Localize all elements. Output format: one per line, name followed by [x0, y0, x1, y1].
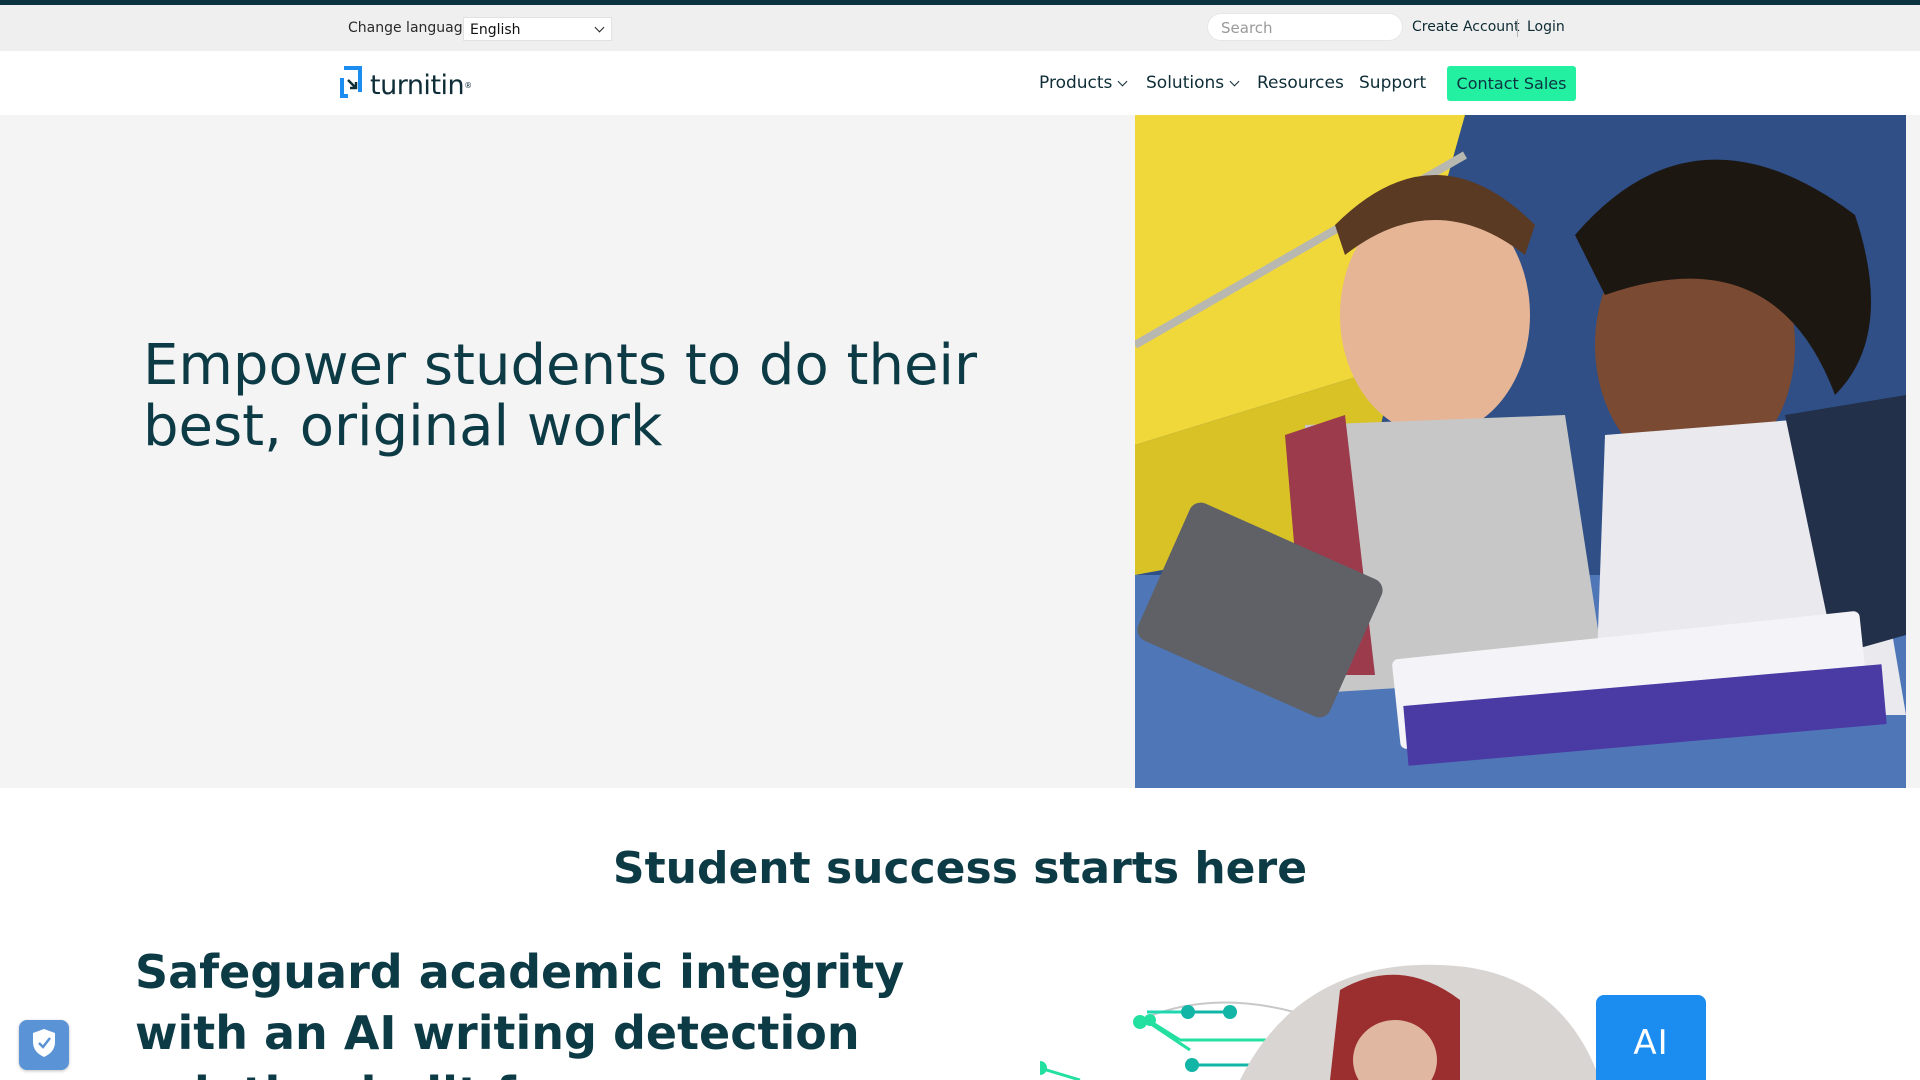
search-input[interactable]: Search — [1207, 13, 1403, 41]
turnitin-logo[interactable]: turnitin ® — [338, 65, 472, 105]
nav-support-label: Support — [1359, 73, 1427, 93]
section-title: Student success starts here — [612, 843, 1308, 894]
nav-products-label: Products — [1039, 73, 1113, 93]
main-nav: turnitin ® Products Solutions Resources … — [0, 51, 1920, 115]
nav-products[interactable]: Products — [1039, 73, 1128, 93]
create-account-link[interactable]: Create Account — [1412, 19, 1520, 35]
ai-badge: AI — [1596, 995, 1706, 1080]
nav-solutions[interactable]: Solutions — [1146, 73, 1240, 93]
language-select[interactable]: English — [463, 17, 612, 41]
logo-text: turnitin — [370, 69, 465, 101]
hero-title: Empower students to do their best, origi… — [143, 333, 977, 459]
chevron-down-icon — [1229, 76, 1240, 86]
hero-section: Empower students to do their best, origi… — [0, 115, 1920, 788]
utility-bar: Change language English Search Create Ac… — [0, 5, 1920, 51]
search-placeholder: Search — [1221, 19, 1273, 37]
shield-check-icon — [30, 1027, 58, 1063]
chevron-down-icon — [594, 22, 605, 33]
nav-solutions-label: Solutions — [1146, 73, 1225, 93]
turnitin-logo-icon — [338, 66, 364, 104]
chevron-down-icon — [1117, 76, 1128, 86]
login-link[interactable]: Login — [1527, 19, 1565, 35]
nav-resources[interactable]: Resources — [1257, 73, 1344, 93]
language-selected-value: English — [470, 22, 521, 38]
section-subtitle: Safeguard academic integrity with an AI … — [135, 945, 905, 1080]
registered-mark: ® — [464, 80, 473, 90]
nav-support[interactable]: Support — [1359, 73, 1426, 93]
privacy-settings-button[interactable] — [19, 1020, 69, 1070]
nav-resources-label: Resources — [1257, 73, 1344, 93]
divider — [1517, 19, 1518, 37]
language-label: Change language — [348, 20, 472, 36]
contact-sales-button[interactable]: Contact Sales — [1447, 66, 1576, 101]
hero-students-image — [1135, 115, 1906, 788]
